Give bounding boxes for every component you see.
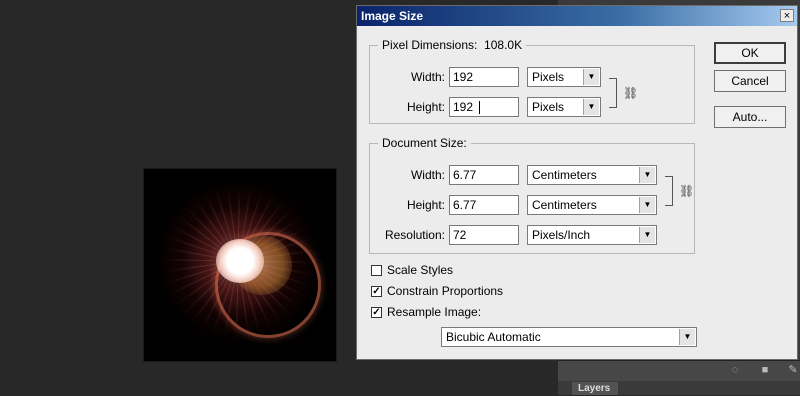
pixel-dimensions-size: 108.0K xyxy=(484,38,523,52)
auto-button[interactable]: Auto... xyxy=(714,106,786,128)
pixel-width-input[interactable]: 192 xyxy=(449,67,519,87)
resample-image-label: Resample Image: xyxy=(387,305,482,319)
chevron-down-icon: ▼ xyxy=(583,99,599,115)
scale-styles-label: Scale Styles xyxy=(387,263,454,277)
document-image[interactable] xyxy=(144,169,336,361)
doc-height-label: Height: xyxy=(406,198,445,212)
document-size-legend: Document Size: xyxy=(382,136,467,150)
pixel-dimensions-legend: Pixel Dimensions: 108.0K xyxy=(382,38,523,52)
resolution-unit-select[interactable]: Pixels/Inch ▼ xyxy=(527,225,657,245)
close-button[interactable]: × xyxy=(780,9,794,22)
pixel-height-input[interactable]: 192 xyxy=(449,97,519,117)
doc-width-input[interactable]: 6.77 xyxy=(449,165,519,185)
checkmark-icon: ✓ xyxy=(372,307,381,318)
doc-link-bracket xyxy=(665,176,673,206)
chevron-down-icon: ▼ xyxy=(639,167,655,183)
doc-height-unit-select[interactable]: Centimeters ▼ xyxy=(527,195,657,215)
chevron-down-icon: ▼ xyxy=(639,227,655,243)
text-caret xyxy=(479,101,480,114)
doc-height-input[interactable]: 6.77 xyxy=(449,195,519,215)
resample-image-checkbox[interactable]: ✓ xyxy=(371,307,382,318)
pixel-height-unit-select[interactable]: Pixels ▼ xyxy=(527,97,601,117)
doc-width-label: Width: xyxy=(410,168,445,182)
pixel-width-unit-select[interactable]: Pixels ▼ xyxy=(527,67,601,87)
tab-layers[interactable]: Layers xyxy=(572,382,618,395)
dialog-titlebar[interactable]: Image Size × xyxy=(357,6,797,26)
resample-method-select[interactable]: Bicubic Automatic ▼ xyxy=(441,327,697,347)
image-size-dialog: Image Size × OK Cancel Auto... Pixel Dim… xyxy=(356,5,798,360)
cancel-button[interactable]: Cancel xyxy=(714,70,786,92)
pixel-height-label: Height: xyxy=(406,100,445,114)
dialog-title: Image Size xyxy=(361,9,424,23)
chevron-down-icon: ▼ xyxy=(639,197,655,213)
scale-styles-checkbox[interactable] xyxy=(371,265,382,276)
chain-link-icon[interactable]: ⛓ xyxy=(623,86,638,100)
constrain-proportions-checkbox[interactable]: ✓ xyxy=(371,286,382,297)
camera-icon[interactable]: ■ xyxy=(759,364,771,376)
doc-width-unit-select[interactable]: Centimeters ▼ xyxy=(527,165,657,185)
chain-link-icon[interactable]: ⛓ xyxy=(679,184,694,198)
lens-flare-core xyxy=(216,239,264,283)
edit-icon[interactable]: ✎ xyxy=(787,364,799,376)
dotted-circle-icon[interactable]: ◌ xyxy=(729,364,741,376)
constrain-proportions-label: Constrain Proportions xyxy=(387,284,504,298)
checkmark-icon: ✓ xyxy=(372,286,381,297)
pixel-width-label: Width: xyxy=(410,70,445,84)
resolution-input[interactable]: 72 xyxy=(449,225,519,245)
chevron-down-icon: ▼ xyxy=(679,329,695,345)
pixel-link-bracket xyxy=(609,78,617,108)
chevron-down-icon: ▼ xyxy=(583,69,599,85)
ok-button[interactable]: OK xyxy=(714,42,786,64)
resolution-label: Resolution: xyxy=(384,228,445,242)
close-icon: × xyxy=(783,10,791,22)
